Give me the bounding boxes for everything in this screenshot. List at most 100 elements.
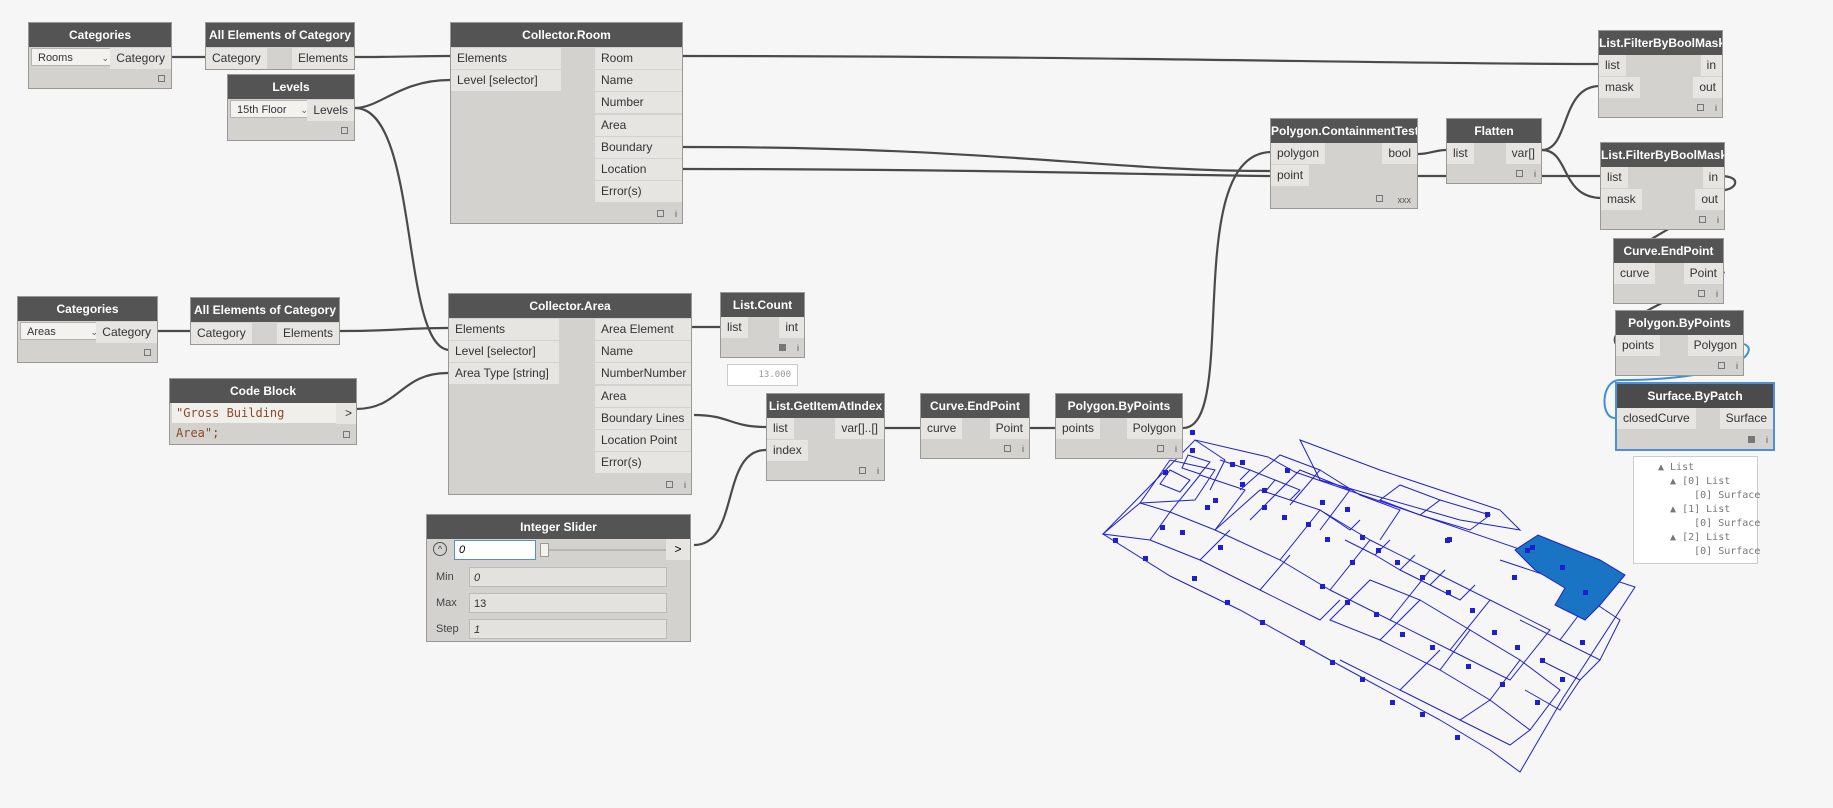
input-port-list[interactable]: list bbox=[767, 418, 794, 439]
input-port-category[interactable]: Category bbox=[206, 48, 267, 69]
input-port-mask[interactable]: mask bbox=[1601, 189, 1642, 210]
output-port-name[interactable]: Name bbox=[595, 70, 682, 91]
slider-track[interactable] bbox=[540, 549, 666, 551]
input-port-list[interactable]: list bbox=[1447, 143, 1474, 164]
preview-toggle-icon[interactable] bbox=[657, 210, 664, 217]
max-field[interactable]: 13 bbox=[469, 593, 667, 613]
level-dropdown[interactable]: 15th Floor ⌄ bbox=[230, 100, 314, 118]
polygon-bypoints-node[interactable]: Polygon.ByPoints points Polygon i bbox=[1055, 393, 1183, 459]
list-item[interactable]: ▲ [1] List bbox=[1658, 503, 1757, 517]
input-port-points[interactable]: points bbox=[1616, 335, 1661, 356]
info-icon[interactable]: i bbox=[1715, 103, 1717, 113]
output-port-errors[interactable]: Error(s) bbox=[595, 181, 682, 202]
output-port-boundary-line[interactable]: Boundary Line bbox=[595, 137, 682, 175]
input-port-mask[interactable]: mask bbox=[1599, 77, 1640, 98]
info-icon[interactable]: i bbox=[1736, 361, 1738, 371]
output-port-point[interactable]: Point bbox=[989, 418, 1029, 439]
code-text[interactable]: "Gross Building Area"; bbox=[172, 403, 337, 440]
output-port-var[interactable]: var[] bbox=[1505, 143, 1541, 164]
list-count-node[interactable]: List.Count list int i bbox=[720, 292, 805, 358]
info-icon[interactable]: i bbox=[1717, 215, 1719, 225]
preview-toggle-icon[interactable] bbox=[1516, 170, 1523, 177]
preview-toggle-icon[interactable] bbox=[158, 75, 165, 82]
input-port-list[interactable]: list bbox=[721, 317, 748, 338]
output-port-name[interactable]: Name bbox=[595, 341, 691, 362]
output-port-elements[interactable]: Elements bbox=[276, 323, 339, 344]
filter-by-bool-mask-node[interactable]: List.FilterByBoolMask list mask in out i bbox=[1598, 30, 1723, 118]
info-icon[interactable]: i bbox=[675, 209, 677, 219]
input-port-list[interactable]: list bbox=[1599, 55, 1626, 76]
category-dropdown[interactable]: Rooms ⌄ bbox=[31, 48, 115, 66]
step-field[interactable]: 1 bbox=[469, 619, 667, 639]
preview-toggle-icon[interactable] bbox=[1718, 362, 1725, 369]
output-port-in[interactable]: in bbox=[1702, 167, 1724, 188]
integer-slider-node[interactable]: Integer Slider ^ 0 > Min 0 Max 13 Step 1 bbox=[426, 514, 691, 642]
levels-node[interactable]: Levels 15th Floor ⌄ Levels bbox=[227, 74, 355, 141]
list-item[interactable]: ▲ List bbox=[1658, 461, 1757, 475]
input-port-curve[interactable]: curve bbox=[921, 418, 963, 439]
surface-bypatch-node[interactable]: Surface.ByPatch closedCurve Surface i bbox=[1615, 382, 1775, 451]
output-port-category[interactable]: Category bbox=[96, 322, 157, 343]
info-icon[interactable]: i bbox=[684, 480, 686, 490]
input-port-polygon[interactable]: polygon bbox=[1271, 143, 1326, 164]
preview-toggle-icon[interactable] bbox=[1376, 195, 1383, 202]
code-block-node[interactable]: Code Block "Gross Building Area"; > bbox=[169, 378, 357, 445]
preview-toggle-icon[interactable] bbox=[343, 431, 350, 438]
input-port-level-selector[interactable]: Level [selector] bbox=[449, 341, 559, 362]
containment-test-node[interactable]: Polygon.ContainmentTest polygon point bo… bbox=[1270, 118, 1418, 209]
preview-toggle-icon[interactable] bbox=[1004, 445, 1011, 452]
category-dropdown[interactable]: Areas ⌄ bbox=[20, 322, 104, 340]
collector-area-node[interactable]: Collector.Area Elements [selector] Level… bbox=[448, 293, 692, 495]
output-port-polygon[interactable]: Polygon bbox=[1126, 418, 1182, 439]
step-button[interactable]: > bbox=[666, 539, 690, 560]
output-port-boundary-lines[interactable]: Boundary Lines bbox=[595, 408, 691, 429]
info-icon[interactable]: i bbox=[877, 466, 879, 476]
lacing-indicator[interactable]: xxx bbox=[1398, 195, 1412, 205]
all-elements-area-node[interactable]: All Elements of Category Category Elemen… bbox=[190, 297, 340, 345]
info-icon[interactable]: i bbox=[1534, 169, 1536, 179]
min-field[interactable]: 0 bbox=[469, 567, 667, 587]
output-port-point[interactable]: Point bbox=[1683, 263, 1723, 284]
input-port-area-type[interactable]: Area Type [string] bbox=[449, 363, 559, 384]
preview-toggle-icon[interactable] bbox=[341, 127, 348, 134]
categories-room-node[interactable]: Categories Rooms ⌄ Category bbox=[28, 22, 172, 89]
all-elements-room-node[interactable]: All Elements of Category Category Elemen… bbox=[205, 22, 355, 70]
collapse-toggle-icon[interactable]: ^ bbox=[433, 542, 447, 556]
preview-toggle-icon[interactable] bbox=[1748, 436, 1755, 443]
polygon-bypoints-node[interactable]: Polygon.ByPoints points Polygon i bbox=[1615, 310, 1744, 376]
input-port-curve[interactable]: curve bbox=[1614, 263, 1656, 284]
output-port-out[interactable]: out bbox=[1695, 189, 1724, 210]
output-port-location-point[interactable]: Location Point bbox=[595, 430, 691, 451]
input-port-closed-curve[interactable]: closedCurve bbox=[1617, 408, 1696, 429]
get-item-at-index-node[interactable]: List.GetItemAtIndex list index var[]..[]… bbox=[766, 393, 885, 481]
output-port-bool[interactable]: bool bbox=[1382, 143, 1417, 164]
list-item[interactable]: ▲ [0] List bbox=[1658, 475, 1757, 489]
input-port-category[interactable]: Category bbox=[191, 323, 252, 344]
collector-room-node[interactable]: Collector.Room Elements [selector] Level… bbox=[450, 22, 683, 224]
output-port-errors[interactable]: Error(s) bbox=[595, 452, 691, 473]
filter-by-bool-mask-node[interactable]: List.FilterByBoolMask list mask in out i bbox=[1600, 142, 1725, 230]
info-icon[interactable]: i bbox=[1022, 444, 1024, 454]
info-icon[interactable]: i bbox=[1716, 289, 1718, 299]
output-port-area-element[interactable]: Area Element bbox=[595, 319, 691, 340]
output-port-number[interactable]: Number bbox=[595, 92, 682, 113]
curve-endpoint-node[interactable]: Curve.EndPoint curve Point i bbox=[1613, 238, 1724, 304]
list-item[interactable]: ▲ [2] List bbox=[1658, 531, 1757, 545]
preview-toggle-icon[interactable] bbox=[779, 344, 786, 351]
output-port-location-point[interactable]: Location Point bbox=[595, 159, 682, 197]
input-port-elements-selector[interactable]: Elements [selector] bbox=[449, 319, 559, 357]
output-port-surface[interactable]: Surface bbox=[1719, 408, 1773, 429]
input-port-index[interactable]: index bbox=[767, 440, 808, 461]
output-port-int[interactable]: int bbox=[779, 317, 804, 338]
output-port-in[interactable]: in bbox=[1700, 55, 1722, 76]
input-port-level-selector[interactable]: Level [selector] bbox=[451, 70, 561, 91]
output-port-category[interactable]: Category bbox=[110, 48, 171, 69]
input-port-point[interactable]: point bbox=[1271, 165, 1310, 186]
node-preview-list[interactable]: ▲ List ▲ [0] List [0] Surface ▲ [1] List… bbox=[1633, 456, 1760, 564]
preview-toggle-icon[interactable] bbox=[666, 481, 673, 488]
input-port-points[interactable]: points bbox=[1056, 418, 1101, 439]
input-port-elements-selector[interactable]: Elements [selector] bbox=[451, 48, 561, 86]
output-port-room-element[interactable]: Room Element bbox=[595, 48, 682, 86]
output-port-elements[interactable]: Elements bbox=[291, 48, 354, 69]
input-port-list[interactable]: list bbox=[1601, 167, 1628, 188]
